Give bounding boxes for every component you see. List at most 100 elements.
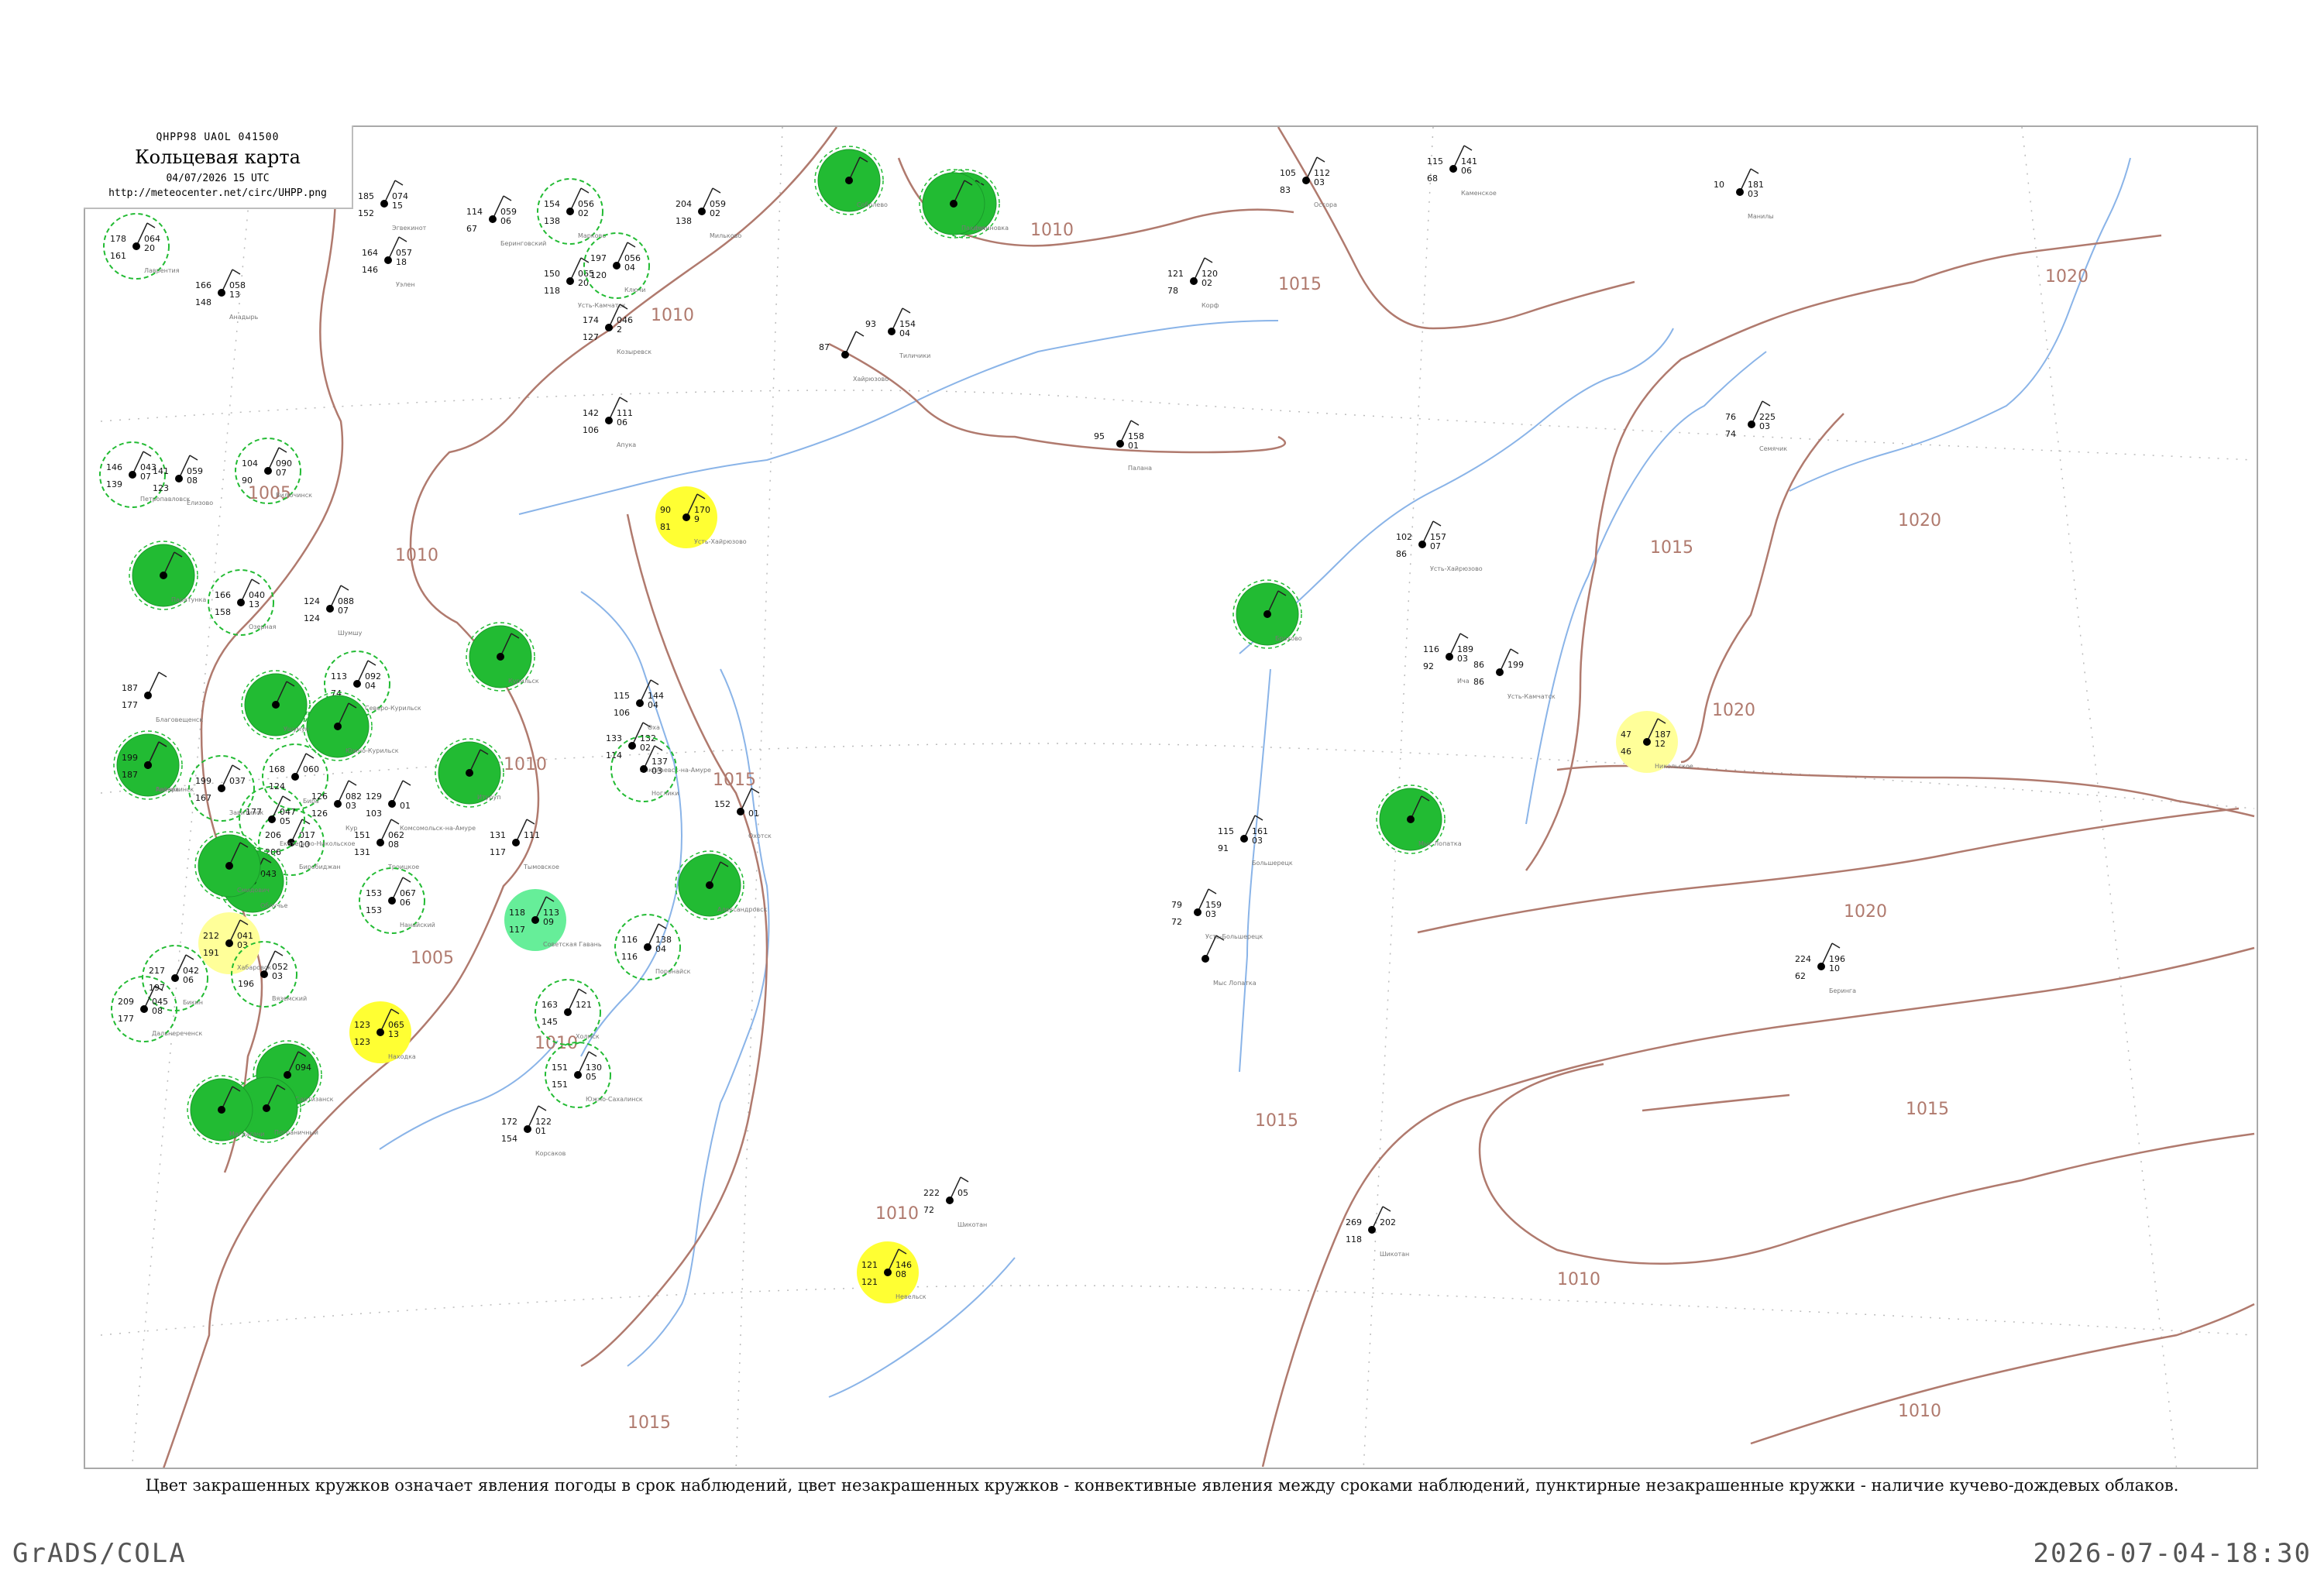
station-dot <box>132 242 140 250</box>
station-dp: 152 <box>358 208 374 218</box>
station-dot <box>260 970 268 978</box>
station-dot <box>1190 277 1198 285</box>
station-pt: 03 <box>1759 421 1770 431</box>
station-pt: 04 <box>655 944 666 954</box>
station-pt: 01 <box>1128 441 1139 451</box>
station-dot <box>1736 188 1744 196</box>
station-dot <box>1407 815 1415 823</box>
station-pt: 02 <box>1202 278 1212 288</box>
station-dp: 67 <box>466 224 477 234</box>
station-plot: 474618712Никольское <box>1616 711 1693 773</box>
station-dot <box>1302 177 1310 184</box>
station-name: Озерная <box>249 623 277 630</box>
station-dp: 106 <box>614 708 630 718</box>
station-dot <box>636 699 644 707</box>
station-pt: 03 <box>237 940 248 950</box>
station-dot <box>291 773 299 781</box>
wind-barb-feather <box>367 660 376 666</box>
station-dot <box>388 897 396 905</box>
wind-barb-feather <box>232 764 241 771</box>
isobar-label: 1020 <box>2045 267 2089 287</box>
station-pt: 08 <box>388 839 399 850</box>
station-dot <box>272 701 280 709</box>
station-plot: 1028615707Усть-Хайрюзово <box>1396 520 1483 572</box>
station-name: Шумшу <box>338 630 363 637</box>
station-dp: 196 <box>238 979 254 989</box>
station-t: 131 <box>490 830 506 840</box>
isobar-label: 1015 <box>1650 538 1693 558</box>
station-pt: 07 <box>338 606 349 616</box>
station-name: Лаврентия <box>144 267 180 274</box>
station-name: Хайрюзово <box>853 376 889 383</box>
station-t: 199 <box>195 776 211 786</box>
station-dot <box>171 974 179 982</box>
station-dot <box>284 1071 291 1079</box>
station-dot <box>225 862 233 870</box>
station-dp: 92 <box>1423 661 1434 671</box>
station-plot: Паратунка <box>129 541 206 610</box>
map-frame: 1005 1005 1010 1010 1010 1010 1015 1015 1015 1015… <box>84 125 2258 1469</box>
station-p: 060 <box>303 764 319 774</box>
isobar-label: 1010 <box>395 546 438 565</box>
station-name: Охотск <box>748 833 772 839</box>
wind-barb-feather <box>390 819 400 825</box>
station-name: Южно-Сахалинск <box>586 1096 643 1103</box>
station-pt: 06 <box>500 216 511 226</box>
wind-barb-feather <box>1750 168 1759 174</box>
station-t: 222 <box>923 1188 940 1198</box>
station-plot: 15315306706Нанайский <box>359 867 435 934</box>
station-dot <box>737 808 744 815</box>
isobar-label: 1015 <box>1278 275 1322 294</box>
station-dp: 177 <box>118 1014 134 1024</box>
station-dot <box>334 723 342 730</box>
station-t: 115 <box>1218 826 1234 836</box>
station-name: Козыревск <box>617 348 651 355</box>
station-name: Облучье <box>260 902 288 909</box>
station-dp: 68 <box>1427 173 1438 184</box>
station-name: Пахачи <box>961 225 985 232</box>
station-name: Советская Гавань <box>543 941 602 948</box>
station-dot <box>613 262 621 270</box>
station-dot <box>237 599 245 606</box>
station-t: 166 <box>215 590 231 600</box>
station-dot <box>218 1106 225 1114</box>
station-t: 126 <box>311 791 328 802</box>
station-plot: 16614805813Анадырь <box>195 269 259 321</box>
station-name: Ича <box>1457 678 1470 685</box>
station-dot <box>466 769 473 777</box>
station-pt: 02 <box>640 743 651 753</box>
station-dp: 124 <box>269 781 285 791</box>
station-plot: 12612608203Кур <box>311 780 362 832</box>
station-t: 217 <box>149 966 165 976</box>
station-dp: 117 <box>509 925 525 935</box>
station-dot <box>376 839 384 846</box>
station-name: Оха <box>648 724 660 731</box>
station-t: 115 <box>1427 156 1443 167</box>
station-t: 79 <box>1171 900 1182 910</box>
station-t: 124 <box>304 596 320 606</box>
station-name: Оссора <box>1314 201 1337 208</box>
station-dot <box>1643 738 1651 746</box>
isobar-label: 1010 <box>535 1034 578 1053</box>
station-dp: 161 <box>110 251 126 261</box>
station-dot <box>574 1071 582 1079</box>
wind-barb-feather <box>580 187 590 194</box>
station-pt: 01 <box>748 809 759 819</box>
station-dp: 46 <box>1621 747 1631 757</box>
station-dp: 117 <box>490 847 506 857</box>
wind-barb-feather <box>503 195 512 201</box>
station-pt: 20 <box>144 243 155 253</box>
station-name: Усть-Хайрюзово <box>694 538 747 545</box>
station-dot <box>380 200 388 208</box>
station-dot <box>384 256 392 264</box>
station-t: 197 <box>590 253 607 263</box>
station-dot <box>376 1028 384 1036</box>
station-p: 111 <box>524 830 540 840</box>
station-dot <box>628 742 636 750</box>
station-plot: Брохово <box>1232 579 1302 649</box>
station-pt: 09 <box>543 917 554 927</box>
station-name: Апука <box>617 441 636 448</box>
station-t: 113 <box>331 671 347 682</box>
station-plot: 1058311203Оссора <box>1280 156 1337 208</box>
station-dp: 83 <box>1280 185 1291 195</box>
